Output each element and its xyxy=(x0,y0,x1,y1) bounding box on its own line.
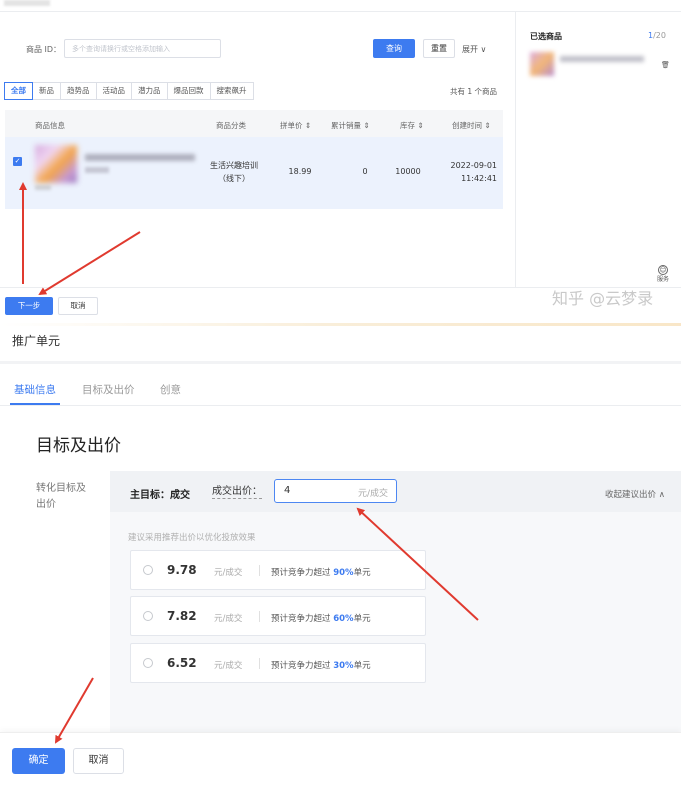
option-unit: 元/成交 xyxy=(214,568,243,578)
bid-value: 4 xyxy=(284,485,291,496)
radio-button[interactable] xyxy=(143,611,153,621)
option-price: 7.82 xyxy=(167,609,197,623)
bid-option[interactable]: 6.52 元/成交 预计竞争力超过 30%单元 xyxy=(130,643,426,683)
selected-count: 1/20 xyxy=(648,31,666,40)
bid-header: 主目标：成交 成交出价： 4 元/成交 收起建议出价 ∧ xyxy=(110,471,681,512)
expand-filter-button[interactable]: 展开 ∨ xyxy=(462,44,486,55)
col-created[interactable]: 创建时间 ⇕ xyxy=(452,120,491,131)
service-widget[interactable]: ☺ 服务 xyxy=(653,265,673,284)
goal-bid-section: 目标及出价 转化目标及 出价 主目标：成交 成交出价： 4 元/成交 收起建议出… xyxy=(12,407,681,785)
bid-option[interactable]: 7.82 元/成交 预计竞争力超过 60%单元 xyxy=(130,596,426,636)
cancel-button[interactable]: 取消 xyxy=(73,748,124,774)
trash-icon[interactable]: 🗑 xyxy=(661,61,670,69)
tab-hot-return[interactable]: 爆品回款 xyxy=(166,82,211,100)
next-step-button[interactable]: 下一步 xyxy=(5,297,53,315)
panel-separator xyxy=(0,323,681,326)
divider xyxy=(0,11,681,12)
table-header: 商品信息 商品分类 拼单价 ⇕ 累计销量 ⇕ 库存 ⇕ 创建时间 ⇕ xyxy=(5,110,503,137)
result-count: 共有 1 个商品 xyxy=(450,87,498,96)
row-stock: 10000 xyxy=(395,167,421,176)
row-checkbox[interactable]: ✓ xyxy=(13,157,22,166)
bid-option[interactable]: 9.78 元/成交 预计竞争力超过 90%单元 xyxy=(130,550,426,590)
blurred-product-title xyxy=(85,154,195,161)
unit-title: 推广单元 xyxy=(12,334,61,348)
divider xyxy=(259,565,260,576)
divider xyxy=(259,658,260,669)
row-category: 生活兴趣培训 （线下） xyxy=(210,161,258,183)
cancel-button-top[interactable]: 取消 xyxy=(58,297,98,315)
product-id-label: 商品 ID： xyxy=(26,45,62,54)
radio-button[interactable] xyxy=(143,565,153,575)
reset-button[interactable]: 重置 xyxy=(423,39,455,58)
bid-unit: 元/成交 xyxy=(357,489,388,499)
bid-input[interactable]: 4 元/成交 xyxy=(274,479,397,503)
chat-icon: ☺ xyxy=(658,265,668,275)
product-thumbnail xyxy=(35,145,77,183)
row-created: 2022-09-01 11:42:41 xyxy=(450,161,498,183)
main-goal-label: 主目标：成交 xyxy=(130,490,190,501)
promotion-unit-panel: 推广单元 基础信息 目标及出价 创意 目标及出价 转化目标及 出价 主目标：成交… xyxy=(0,323,681,785)
section-title: 目标及出价 xyxy=(36,436,121,456)
row-sales: 0 xyxy=(362,167,368,176)
option-unit: 元/成交 xyxy=(214,614,243,624)
active-tab-underline xyxy=(10,403,60,405)
option-unit: 元/成交 xyxy=(214,661,243,671)
option-desc: 预计竞争力超过 90%单元 xyxy=(271,568,371,578)
option-desc: 预计竞争力超过 30%单元 xyxy=(271,661,371,671)
tab-creative[interactable]: 创意 xyxy=(160,382,181,397)
collapse-suggestion-button[interactable]: 收起建议出价 ∧ xyxy=(605,488,665,500)
tab-new[interactable]: 新品 xyxy=(32,82,61,100)
product-tabs: 全部 新品 趋势品 活动品 潜力品 爆品回款 搜索飙升 xyxy=(4,82,254,100)
option-price: 6.52 xyxy=(167,656,197,670)
row-price: 18.99 xyxy=(288,167,312,176)
divider xyxy=(259,611,260,622)
col-category: 商品分类 xyxy=(216,121,246,130)
option-desc: 预计竞争力超过 60%单元 xyxy=(271,614,371,624)
table-row[interactable]: ✓ 生活兴趣培训 （线下） 18.99 0 10000 2022-09-01 1… xyxy=(5,137,503,209)
col-stock[interactable]: 库存 ⇕ xyxy=(400,120,424,131)
product-selection-panel: 商品 ID： 多个查询请换行或空格添加输入 查询 重置 展开 ∨ 全部 新品 趋… xyxy=(0,0,681,322)
selected-products-title: 已选商品 xyxy=(530,32,562,41)
tab-potential[interactable]: 潜力品 xyxy=(131,82,168,100)
step-tabs: 基础信息 目标及出价 创意 xyxy=(0,364,681,406)
blurred-product-sub xyxy=(85,167,109,173)
blurred-header xyxy=(4,0,50,6)
confirm-button[interactable]: 确定 xyxy=(12,748,65,774)
tab-all[interactable]: 全部 xyxy=(4,82,33,100)
col-product-info: 商品信息 xyxy=(35,121,65,130)
bid-label: 成交出价： xyxy=(212,486,262,499)
tab-trending[interactable]: 趋势品 xyxy=(60,82,97,100)
divider xyxy=(515,11,516,287)
watermark: 知乎 @云梦录 xyxy=(552,289,654,308)
blurred-selected-title xyxy=(560,56,644,62)
selected-product-thumbnail xyxy=(530,52,554,76)
bottom-footer-bar: 确定 取消 xyxy=(0,732,681,785)
col-sales[interactable]: 累计销量 ⇕ xyxy=(331,120,370,131)
conversion-goal-label: 转化目标及 出价 xyxy=(36,483,86,510)
tab-goal-bid[interactable]: 目标及出价 xyxy=(82,382,135,397)
tab-basic-info[interactable]: 基础信息 xyxy=(14,382,56,397)
query-button[interactable]: 查询 xyxy=(373,39,415,58)
blurred-product-id xyxy=(35,185,51,190)
tab-search-surge[interactable]: 搜索飙升 xyxy=(209,82,254,100)
col-price[interactable]: 拼单价 ⇕ xyxy=(280,120,311,131)
radio-button[interactable] xyxy=(143,658,153,668)
option-price: 9.78 xyxy=(167,563,197,577)
tab-promo[interactable]: 活动品 xyxy=(95,82,132,100)
product-id-input[interactable]: 多个查询请换行或空格添加输入 xyxy=(64,39,221,58)
suggestion-hint: 建议采用推荐出价以优化投放效果 xyxy=(128,533,256,543)
